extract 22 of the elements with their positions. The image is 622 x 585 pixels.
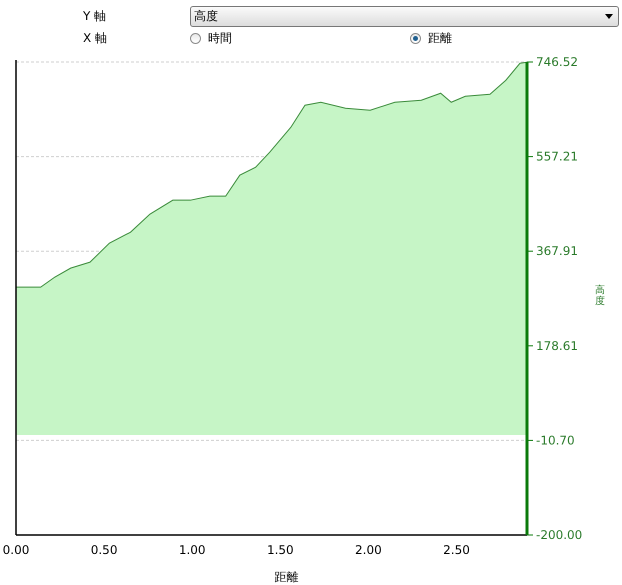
caret-icon xyxy=(605,14,613,18)
x-tick-label: 2.50 xyxy=(443,543,470,557)
radio-button[interactable] xyxy=(190,32,201,44)
y-tick-label: 557.21 xyxy=(536,150,578,164)
radio-label[interactable]: 時間 xyxy=(208,30,232,46)
radio-button[interactable] xyxy=(410,32,421,44)
y-tick-label: 367.91 xyxy=(536,244,578,258)
x-tick-label: 1.00 xyxy=(178,543,206,557)
x-axis-title: 距離 xyxy=(274,570,298,584)
y-tick-label: -10.70 xyxy=(536,433,575,448)
y-tick-label: -200.00 xyxy=(536,528,582,542)
y-tick-label: 746.52 xyxy=(536,55,578,69)
y-axis-label: Y 軸 xyxy=(82,8,108,24)
x-tick-label: 2.00 xyxy=(355,543,382,557)
y-axis-dropdown[interactable]: 高度 xyxy=(190,6,619,26)
radio-label[interactable]: 距離 xyxy=(428,30,452,46)
x-tick-label: 0.00 xyxy=(2,543,30,557)
y-axis-title: 高度 xyxy=(595,285,605,307)
y-tick-label: 178.61 xyxy=(536,338,578,353)
x-tick-label: 0.50 xyxy=(90,543,118,557)
x-tick-label: 1.50 xyxy=(266,543,294,557)
x-axis-label: X 軸 xyxy=(82,30,108,46)
